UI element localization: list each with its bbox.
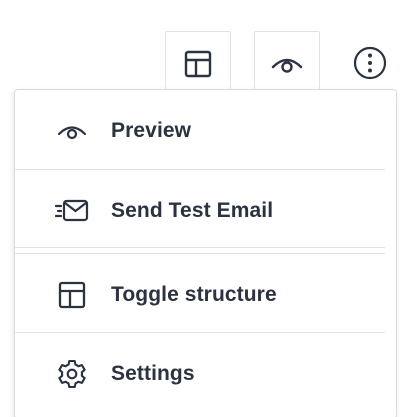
layout-icon [55,278,89,312]
menu-item-preview[interactable]: Preview [15,98,396,164]
menu-item-label: Toggle structure [111,283,277,306]
menu-item-settings[interactable]: Settings [15,341,396,407]
menu-divider [15,253,385,254]
menu-divider [15,332,385,333]
toggle-structure-toolbar-button[interactable] [165,31,231,95]
layout-icon [184,50,212,77]
editor-toolbar-area: Preview Send Test Email Toggle structure… [0,0,404,417]
menu-divider [15,247,385,248]
eye-icon [271,58,303,73]
menu-divider [15,169,385,170]
menu-item-label: Send Test Email [111,199,274,222]
menu-item-label: Preview [111,119,192,142]
more-options-button[interactable] [337,31,403,95]
send-mail-icon [55,194,89,228]
preview-toolbar-button[interactable] [254,31,320,95]
menu-item-label: Settings [111,362,195,385]
eye-icon [55,114,89,148]
menu-item-toggle-structure[interactable]: Toggle structure [15,262,396,328]
menu-item-send-test-email[interactable]: Send Test Email [15,178,396,244]
more-vertical-icon [353,46,387,80]
gear-icon [55,357,89,391]
more-options-menu: Preview Send Test Email Toggle structure… [14,89,397,417]
